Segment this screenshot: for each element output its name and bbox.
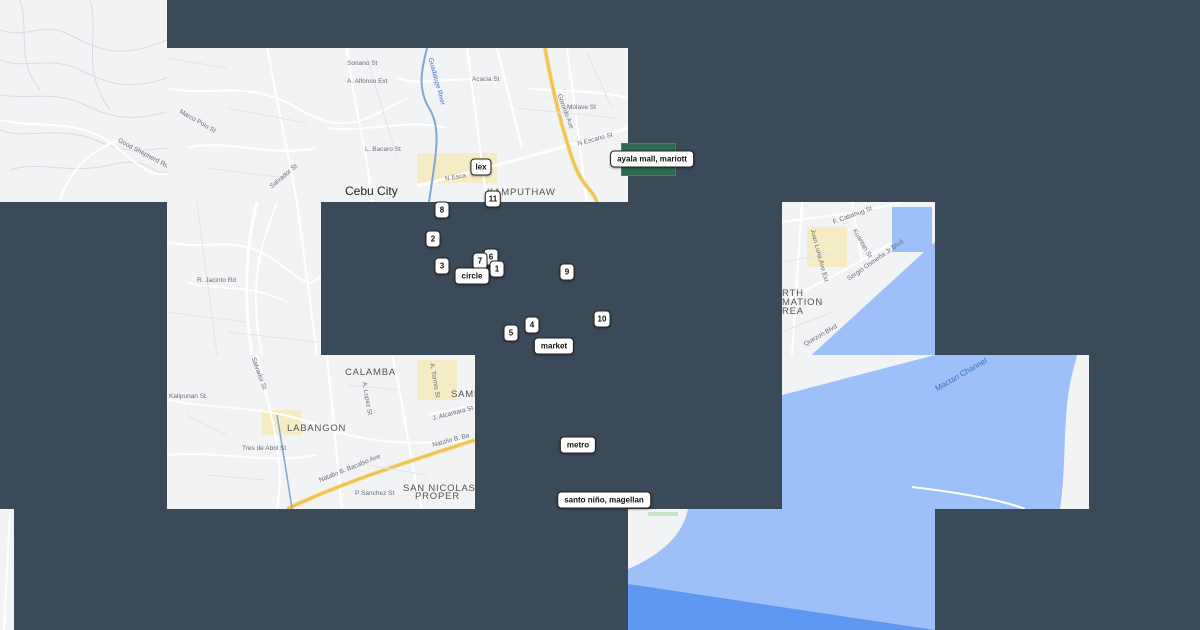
marker-market[interactable]: market (533, 337, 575, 355)
map-tile-southeast-water: Mactan Channel (782, 355, 1089, 509)
marker-10[interactable]: 10 (593, 310, 611, 328)
marker-ayala-mall-mariott[interactable]: ayala mall, mariott (610, 150, 694, 168)
coast-southeast (782, 355, 1089, 509)
map-tile-nw: Good Shepherd Rd (0, 0, 167, 202)
marker-5[interactable]: 5 (503, 324, 519, 342)
map-tile-bottom-left (0, 509, 14, 630)
map-tile-east: RTH MATION REA Sergio Osmeña Jr Blvd Jua… (782, 202, 935, 355)
terrain-lines (0, 0, 167, 201)
roads-southwest (167, 355, 475, 509)
marker-circle[interactable]: circle (454, 267, 490, 285)
marker-8[interactable]: 8 (434, 201, 450, 219)
map-tile-north: Cebu City KAMPUTHAW N Escario St N Esca … (167, 48, 628, 202)
marker-metro[interactable]: metro (559, 436, 597, 454)
map-tile-south-water (628, 509, 935, 630)
roads-west (167, 202, 321, 355)
marker-lex[interactable]: lex (470, 158, 492, 176)
roads-north (167, 48, 628, 202)
marker-santo-nino-magellan[interactable]: santo niño, magellan (557, 491, 651, 509)
marker-1[interactable]: 1 (489, 260, 505, 278)
marker-11[interactable]: 11 (484, 190, 502, 208)
map-tile-west: R. Jacinto Rd (167, 202, 321, 355)
marker-9[interactable]: 9 (559, 263, 575, 281)
marker-3[interactable]: 3 (434, 257, 450, 275)
marker-4[interactable]: 4 (524, 316, 540, 334)
coast-south (628, 509, 935, 630)
road-sliver (3, 509, 11, 630)
map-canvas[interactable]: Good Shepherd Rd Cebu City KAMPUTHAW N E… (0, 0, 1200, 630)
map-tile-southwest: CALAMBA LABANGON SAMB SAN NICOLAS PROPER… (167, 355, 475, 509)
roads-east (782, 202, 935, 355)
marker-2[interactable]: 2 (425, 230, 441, 248)
